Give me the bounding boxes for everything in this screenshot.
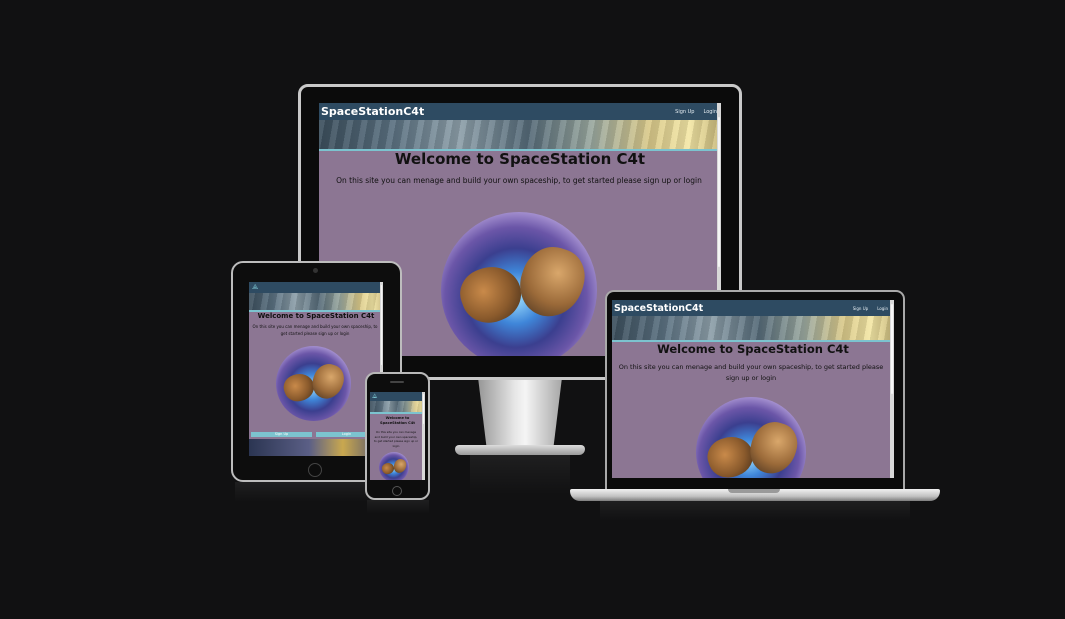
nav-signup-link[interactable]: Sign Up [853, 306, 868, 311]
page-title: Welcome to SpaceStation C4t [657, 342, 849, 356]
nav-signup-link[interactable]: Sign Up [675, 109, 694, 115]
page-title: Welcome to SpaceStation C4t [257, 312, 375, 320]
intro-text: On this site you can menage and build yo… [252, 324, 378, 336]
phone-reflection [367, 500, 429, 514]
intro-text: On this site you can menage and build yo… [618, 363, 884, 382]
phone-home-button[interactable] [392, 486, 402, 496]
intro-text: On this site you can menage and build yo… [336, 176, 702, 185]
ship-logo-icon[interactable]: ⟁ [252, 282, 258, 293]
nav-login-link[interactable]: Login [704, 109, 718, 115]
scrollbar-thumb[interactable] [423, 394, 424, 424]
cat-right [511, 239, 593, 325]
scrollbar[interactable] [422, 392, 425, 480]
navbar: ⟁ [249, 282, 383, 293]
phone-screen: ⟁ Welcome to SpaceStation C4t On this si… [370, 392, 425, 480]
cat-right [744, 416, 803, 478]
ship-logo-icon[interactable]: ⟁ [372, 392, 377, 401]
space-cats-image [379, 452, 409, 480]
nav-links: Sign Up Login [666, 109, 717, 115]
brand-logo[interactable]: SpaceStationC4t [321, 105, 424, 118]
tablet-home-button[interactable] [308, 463, 322, 477]
page-title: Welcome to SpaceStation C4t [394, 150, 646, 168]
space-cats-image [441, 212, 597, 356]
laptop-reflection [600, 501, 910, 521]
phone-speaker [390, 381, 404, 383]
nav-links: Sign Up Login [844, 306, 888, 311]
space-station-banner [370, 401, 425, 414]
space-station-banner [319, 120, 721, 151]
monitor-base [455, 445, 585, 455]
laptop-screen: SpaceStationC4t Sign Up Login Welcome to… [612, 300, 894, 478]
footer-image [249, 439, 383, 456]
page-title: Welcome to SpaceStation C4t [380, 416, 415, 425]
tablet-screen: ⟁ Welcome to SpaceStation C4t On this si… [249, 282, 383, 456]
scrollbar[interactable] [890, 300, 894, 478]
laptop-notch [728, 489, 780, 493]
responsive-mockup: SpaceStationC4t Sign Up Login Welcome to… [0, 0, 1065, 619]
monitor-reflection [470, 455, 570, 495]
tablet-camera [313, 268, 318, 273]
auth-buttons: Sign Up Login [249, 432, 379, 437]
cat-right [308, 360, 348, 403]
cat-left [453, 258, 529, 331]
space-cats-image [696, 397, 806, 478]
navbar: ⟁ [370, 392, 425, 401]
brand-logo[interactable]: SpaceStationC4t [614, 303, 703, 314]
space-station-banner [612, 316, 894, 342]
space-cats-image [276, 346, 351, 421]
nav-login-link[interactable]: Login [877, 306, 888, 311]
navbar: SpaceStationC4t Sign Up Login [612, 300, 894, 316]
navbar: SpaceStationC4t Sign Up Login [319, 103, 721, 120]
scrollbar-thumb[interactable] [891, 304, 893, 394]
scrollbar-thumb[interactable] [718, 117, 720, 267]
scrollbar-thumb[interactable] [381, 285, 382, 365]
space-station-banner [249, 293, 383, 312]
signup-button[interactable]: Sign Up [251, 432, 312, 437]
cat-right [392, 457, 408, 475]
intro-text: On this site you can menage and build yo… [373, 430, 419, 448]
monitor-stand [478, 379, 562, 451]
